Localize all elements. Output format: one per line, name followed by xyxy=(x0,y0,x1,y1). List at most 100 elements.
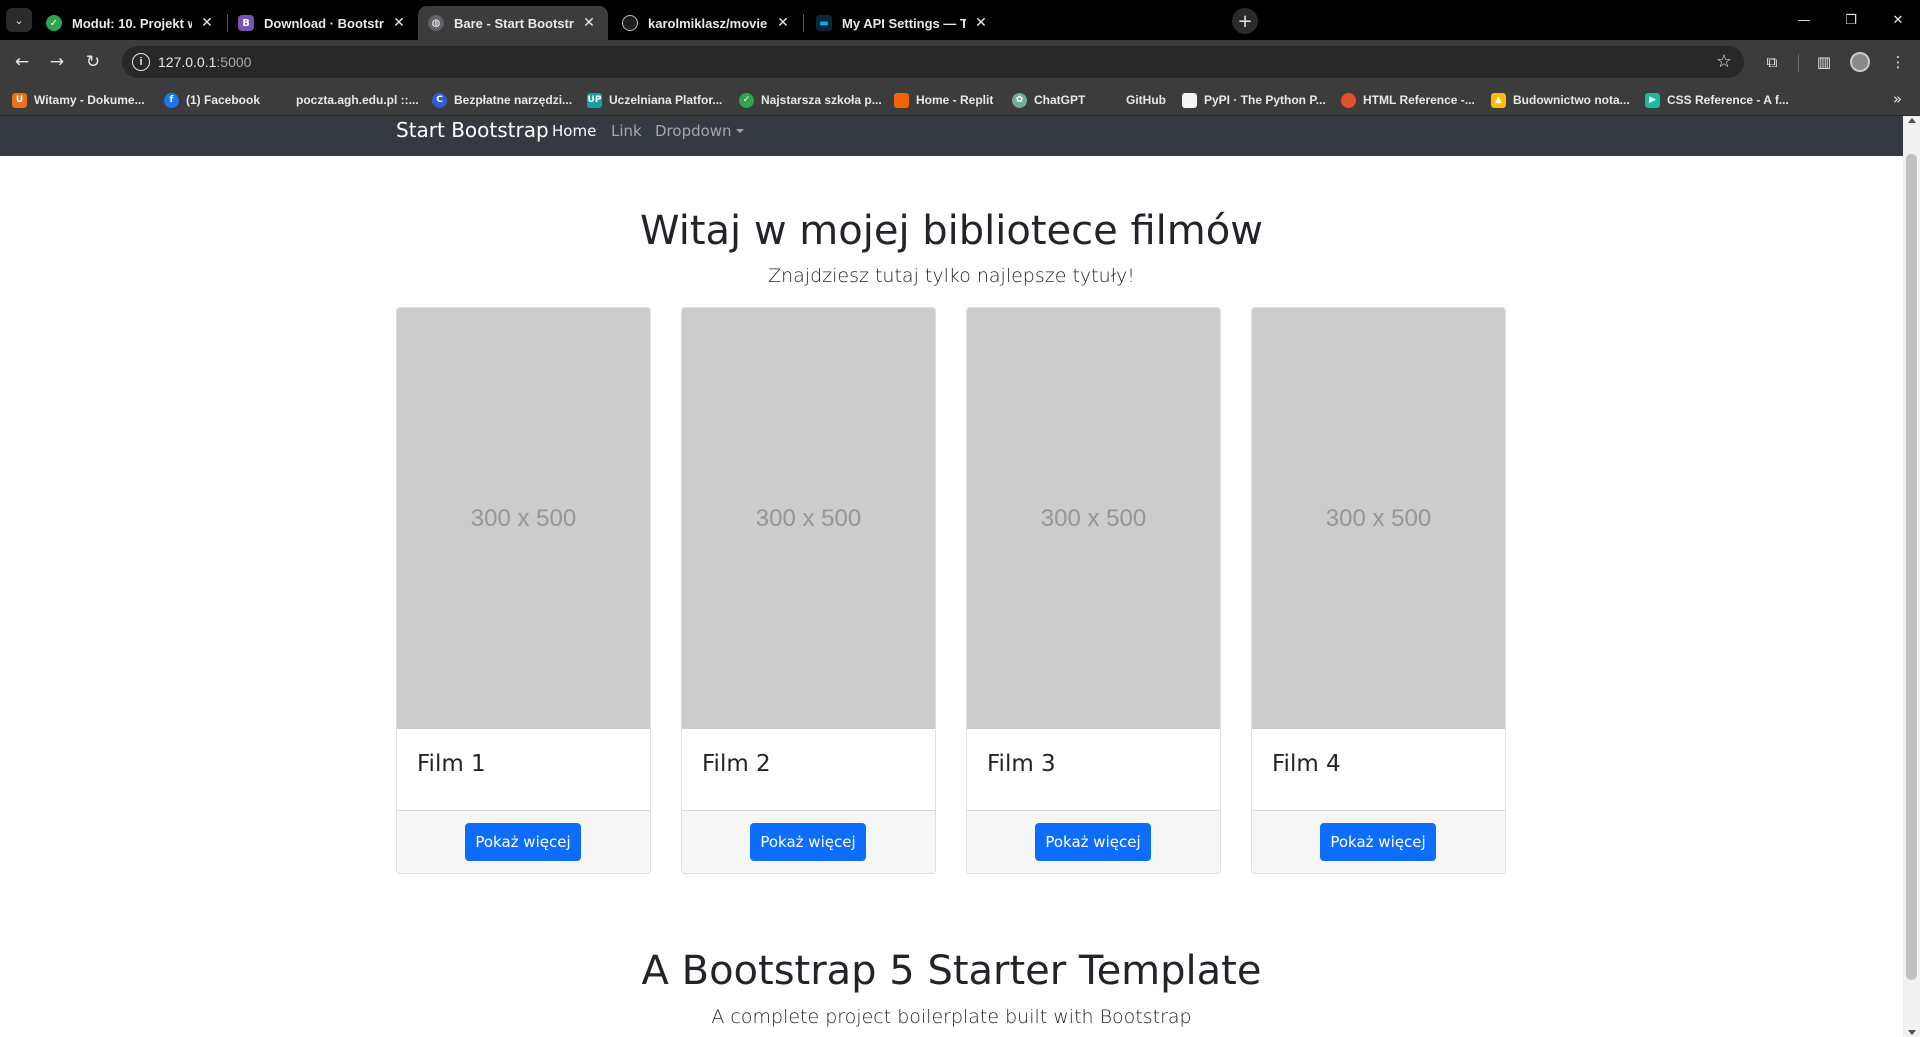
tab-title: Bare - Start Bootstrap Template xyxy=(454,15,574,31)
navbar-brand[interactable]: Start Bootstrap xyxy=(396,118,549,142)
scroll-down-arrow-icon[interactable] xyxy=(1908,1030,1916,1035)
bookmark-item[interactable]: Home - Replit xyxy=(894,90,993,110)
nav-dropdown[interactable]: Dropdown xyxy=(655,122,744,140)
bookmark-item[interactable]: UP Uczelniana Platfor... xyxy=(587,90,722,110)
close-icon[interactable]: ✕ xyxy=(198,15,216,31)
bookmark-item[interactable]: ✿ ChatGPT xyxy=(1012,90,1085,110)
movie-card: 300 x 500 Film 4 Pokaż więcej xyxy=(1251,307,1506,874)
bookmark-item[interactable]: ▶ CSS Reference - A f... xyxy=(1645,90,1789,110)
css-ref-icon: ▶ xyxy=(1645,92,1660,108)
forward-button[interactable]: → xyxy=(45,50,69,74)
facebook-icon: f xyxy=(164,92,179,108)
section-title: A Bootstrap 5 Starter Template xyxy=(641,948,1262,994)
scroll-up-arrow-icon[interactable] xyxy=(1908,118,1916,123)
movie-poster-placeholder: 300 x 500 xyxy=(1252,308,1505,729)
page-lead: Znajdziesz tutaj tylko najlepsze tytuły! xyxy=(768,265,1135,287)
tab-tmdb-settings[interactable]: ▬ My API Settings — The Movie ✕ xyxy=(806,6,1000,40)
reload-button[interactable]: ↻ xyxy=(81,50,105,74)
tab-title: My API Settings — The Movie xyxy=(842,15,966,31)
card-body: Film 2 xyxy=(682,729,935,810)
extensions-icon[interactable]: ⧉ xyxy=(1760,50,1784,74)
side-panel-icon[interactable]: ▥ xyxy=(1812,50,1836,74)
up-icon: UP xyxy=(587,92,602,108)
html-ref-icon xyxy=(1341,92,1356,108)
tmdb-icon: ▬ xyxy=(816,15,832,31)
section-lead: A complete project boilerplate built wit… xyxy=(711,1006,1192,1028)
movie-poster-placeholder: 300 x 500 xyxy=(682,308,935,729)
green-check-circle-icon: ✓ xyxy=(739,92,754,108)
tab-search-button[interactable]: ⌄ xyxy=(6,8,32,32)
github-icon xyxy=(622,15,638,31)
chatgpt-icon: ✿ xyxy=(1012,92,1027,108)
movie-card: 300 x 500 Film 1 Pokaż więcej xyxy=(396,307,651,874)
card-footer: Pokaż więcej xyxy=(397,810,650,873)
page-scrollbar[interactable] xyxy=(1903,116,1920,1037)
show-more-button[interactable]: Pokaż więcej xyxy=(1035,823,1151,861)
card-body: Film 3 xyxy=(967,729,1220,810)
tab-github-repo[interactable]: karolmiklasz/movies_catalogue ✕ xyxy=(612,6,802,40)
nav-link-link[interactable]: Link xyxy=(611,122,642,140)
show-more-button[interactable]: Pokaż więcej xyxy=(750,823,866,861)
more-bookmarks-chevron-icon[interactable]: » xyxy=(1893,90,1902,108)
movie-title: Film 3 xyxy=(987,751,1056,777)
show-more-button[interactable]: Pokaż więcej xyxy=(1320,823,1436,861)
close-icon[interactable]: ✕ xyxy=(580,15,598,31)
toolbar-divider xyxy=(1798,54,1799,72)
globe-icon: ◍ xyxy=(428,15,444,31)
replit-icon xyxy=(894,92,909,108)
movie-card: 300 x 500 Film 2 Pokaż więcej xyxy=(681,307,936,874)
tab-title: Download · Bootstrap xyxy=(264,15,384,31)
close-window-button[interactable]: ✕ xyxy=(1886,8,1910,32)
bookmark-item[interactable]: U Witamy - Dokume... xyxy=(12,90,145,110)
caret-down-icon xyxy=(735,129,744,133)
new-tab-button[interactable]: + xyxy=(1232,8,1258,34)
back-button[interactable]: ← xyxy=(10,50,34,74)
bookmark-item[interactable]: GitHub xyxy=(1104,90,1166,110)
tab-title: Moduł: 10. Projekt webowy xyxy=(72,15,192,31)
c-logo-icon: C xyxy=(432,92,447,108)
movie-title: Film 1 xyxy=(417,751,486,777)
mail-icon xyxy=(274,92,289,108)
bookmarks-bar: U Witamy - Dokume... f (1) Facebook pocz… xyxy=(0,84,1920,116)
bookmark-item[interactable]: HTML Reference -... xyxy=(1341,90,1475,110)
page-viewport: Start Bootstrap Home Link Dropdown Witaj… xyxy=(0,116,1920,1037)
show-more-button[interactable]: Pokaż więcej xyxy=(465,823,581,861)
bookmark-item[interactable]: f (1) Facebook xyxy=(164,90,260,110)
card-footer: Pokaż więcej xyxy=(967,810,1220,873)
tab-bare-template[interactable]: ◍ Bare - Start Bootstrap Template ✕ xyxy=(418,6,608,40)
tab-modul[interactable]: ✓ Moduł: 10. Projekt webowy ✕ xyxy=(36,6,226,40)
minimize-button[interactable]: — xyxy=(1792,8,1816,32)
card-footer: Pokaż więcej xyxy=(682,810,935,873)
close-icon[interactable]: ✕ xyxy=(390,15,408,31)
pypi-icon xyxy=(1182,92,1197,108)
bookmark-item[interactable]: ▲ Budownictwo nota... xyxy=(1491,90,1630,110)
bookmark-item[interactable]: ✓ Najstarsza szkoła p... xyxy=(739,90,882,110)
browser-menu-icon[interactable]: ⋮ xyxy=(1886,50,1910,74)
bookmark-star-icon[interactable]: ☆ xyxy=(1716,51,1732,72)
bookmark-item[interactable]: PyPI · The Python P... xyxy=(1182,90,1326,110)
site-navbar: Start Bootstrap Home Link Dropdown xyxy=(0,116,1903,156)
restore-button[interactable]: ❐ xyxy=(1839,8,1863,32)
bookmark-item[interactable]: poczta.agh.edu.pl ::... xyxy=(274,90,419,110)
bookmark-item[interactable]: C Bezpłatne narzędzi... xyxy=(432,90,572,110)
card-body: Film 1 xyxy=(397,729,650,810)
movie-poster-placeholder: 300 x 500 xyxy=(397,308,650,729)
tab-strip: ⌄ ✓ Moduł: 10. Projekt webowy ✕ B Downlo… xyxy=(0,0,1920,40)
nav-link-home[interactable]: Home xyxy=(552,122,596,140)
github-icon xyxy=(1104,92,1119,108)
movie-title: Film 4 xyxy=(1272,751,1341,777)
google-drive-icon: ▲ xyxy=(1491,92,1506,108)
address-bar[interactable]: i 127.0.0.1:5000 ☆ xyxy=(122,46,1744,78)
close-icon[interactable]: ✕ xyxy=(774,15,792,31)
close-icon[interactable]: ✕ xyxy=(972,15,990,31)
tab-divider xyxy=(803,14,804,32)
profile-avatar-icon[interactable] xyxy=(1848,50,1872,74)
browser-toolbar: ← → ↻ i 127.0.0.1:5000 ☆ ⧉ ▥ ⋮ xyxy=(0,40,1920,84)
card-body: Film 4 xyxy=(1252,729,1505,810)
scrollbar-thumb[interactable] xyxy=(1906,154,1917,980)
site-info-icon[interactable]: i xyxy=(132,53,150,71)
tab-bootstrap-download[interactable]: B Download · Bootstrap ✕ xyxy=(228,6,418,40)
address-url[interactable]: 127.0.0.1:5000 xyxy=(158,54,251,70)
card-footer: Pokaż więcej xyxy=(1252,810,1505,873)
green-check-circle-icon: ✓ xyxy=(46,15,62,31)
